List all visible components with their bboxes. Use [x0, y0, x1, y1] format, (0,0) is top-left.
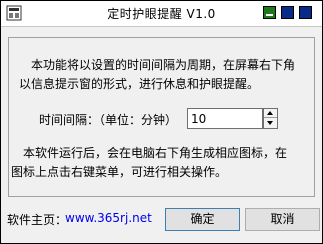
info-text: 本软件运行后，会在电脑右下角生成相应图标，在 图标上点击右键菜单，可进行相关操作…: [11, 144, 305, 182]
minimize-icon[interactable]: [263, 6, 276, 19]
interval-label: 时间间隔：（单位：分钟）: [39, 113, 178, 127]
spin-down-arrow-icon[interactable]: [264, 119, 277, 128]
intro-line-2: 以信息提示窗的形式，进行休息和护眼提醒。: [19, 77, 260, 91]
title-bar[interactable]: 定时护眼提醒 V1.0: [1, 1, 322, 27]
intro-line-1: 本功能将以设置的时间间隔为周期，在屏幕右下角: [19, 58, 296, 72]
maximize-icon[interactable]: [281, 6, 294, 19]
info-line-1: 本软件运行后，会在电脑右下角生成相应图标，在: [11, 146, 288, 160]
interval-input[interactable]: [187, 108, 263, 129]
spin-up-arrow-icon[interactable]: [264, 109, 277, 118]
cancel-button[interactable]: 取消: [245, 208, 320, 231]
interval-spinner: [263, 108, 278, 129]
homepage-label: 软件主页：: [7, 213, 68, 227]
intro-text: 本功能将以设置的时间间隔为周期，在屏幕右下角 以信息提示窗的形式，进行休息和护眼…: [19, 56, 313, 94]
homepage-link[interactable]: www.365rj.net: [65, 211, 152, 225]
close-icon[interactable]: [299, 6, 312, 19]
app-window: 定时护眼提醒 V1.0 本功能将以设置的时间间隔为周期，在屏幕右下角 以信息提示…: [0, 0, 323, 244]
ok-button[interactable]: 确定: [165, 208, 240, 231]
info-line-2: 图标上点击右键菜单，可进行相关操作。: [11, 165, 228, 179]
